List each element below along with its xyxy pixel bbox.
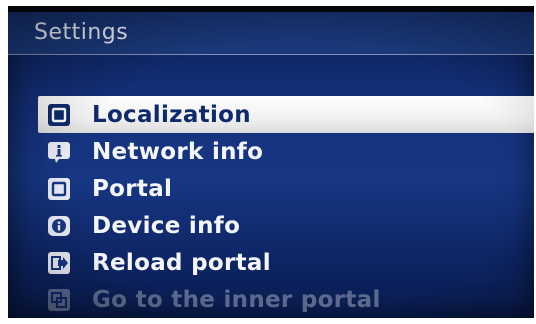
menu-item-portal[interactable]: Portal (38, 170, 534, 207)
network-info-icon (46, 139, 72, 165)
reload-portal-icon (46, 250, 72, 276)
menu-item-label: Reload portal (92, 249, 271, 276)
menu-item-label: Localization (92, 101, 251, 128)
menu-item-label: Portal (92, 175, 173, 202)
header-bar: Settings (8, 12, 534, 55)
portal-icon (46, 176, 72, 202)
menu-item-localization[interactable]: Localization (38, 96, 534, 133)
page-title: Settings (34, 20, 129, 45)
inner-portal-icon (46, 287, 72, 313)
menu-item-device-info[interactable]: Device info (38, 207, 534, 244)
settings-menu: Localization Network info Portal Device … (38, 96, 534, 318)
menu-item-inner-portal[interactable]: Go to the inner portal (38, 281, 534, 318)
menu-item-reload-portal[interactable]: Reload portal (38, 244, 534, 281)
device-info-icon (46, 213, 72, 239)
menu-item-network-info[interactable]: Network info (38, 133, 534, 170)
menu-item-label: Network info (92, 138, 264, 165)
menu-item-label: Go to the inner portal (92, 286, 381, 313)
settings-screen: Settings Localization Network info Porta… (8, 6, 534, 318)
localization-icon (46, 102, 72, 128)
menu-item-label: Device info (92, 212, 241, 239)
